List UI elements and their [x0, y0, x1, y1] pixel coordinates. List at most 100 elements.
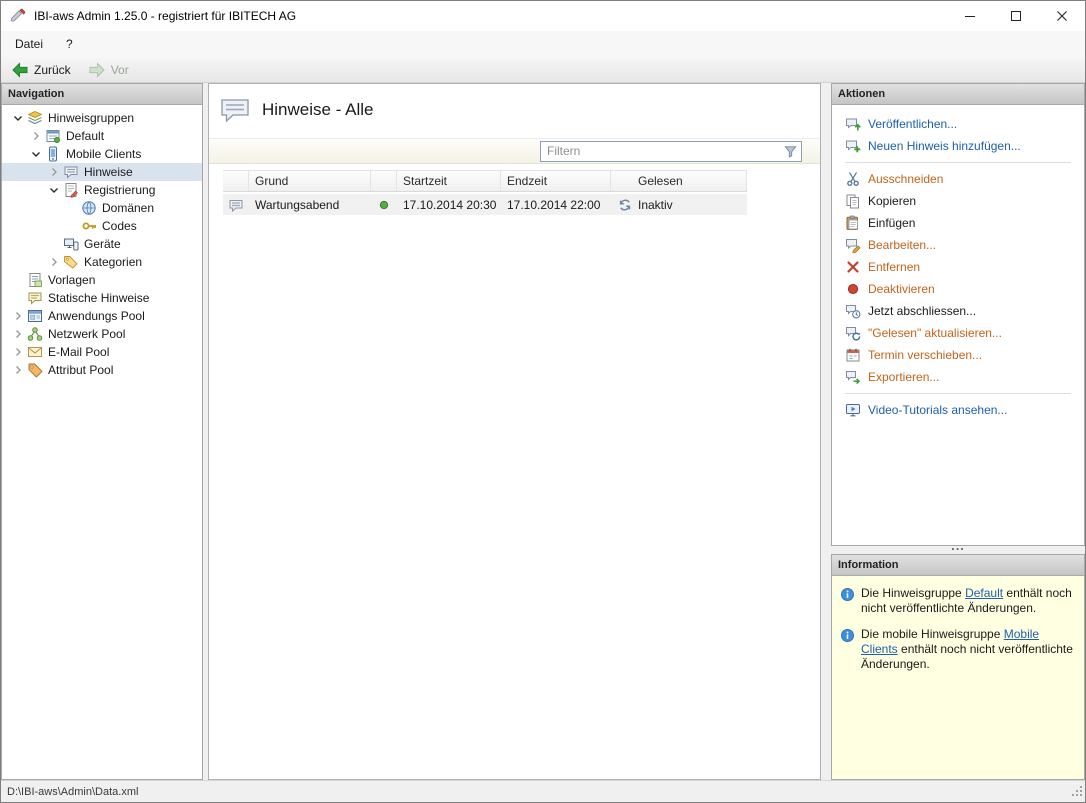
forward-arrow-icon	[88, 61, 106, 79]
chevron-down-icon[interactable]	[46, 182, 62, 198]
copy-icon	[845, 193, 861, 209]
filter-funnel-icon[interactable]	[783, 144, 798, 159]
action-kopieren[interactable]: Kopieren	[845, 190, 1084, 212]
action-einfuegen[interactable]: Einfügen	[845, 212, 1084, 234]
data-file-path: D:\IBI-aws\Admin\Data.xml	[7, 786, 138, 798]
forward-button[interactable]: Vor	[81, 59, 136, 81]
expander-spacer	[10, 290, 26, 306]
menu-datei[interactable]: Datei	[6, 33, 52, 55]
active-status-icon	[376, 197, 392, 213]
paste-icon	[845, 215, 861, 231]
header-gelesen[interactable]: Gelesen	[611, 171, 747, 191]
chevron-right-icon[interactable]	[10, 326, 26, 342]
header-icon-column[interactable]	[223, 171, 249, 191]
sidebar-item-mobile-clients[interactable]: Mobile Clients	[2, 145, 202, 163]
statische-hinweise-icon	[27, 290, 43, 306]
refresh-read-icon	[845, 325, 861, 341]
chevron-right-icon[interactable]	[46, 254, 62, 270]
link-default-group[interactable]: Default	[965, 586, 1003, 600]
chevron-right-icon[interactable]	[28, 128, 44, 144]
actions-panel-header: Aktionen	[832, 84, 1084, 105]
minimize-button[interactable]	[947, 1, 993, 31]
app-window: IBI-aws Admin 1.25.0 - registriert für I…	[0, 0, 1086, 803]
info-message: Die mobile Hinweisgruppe Mobile Clients …	[840, 627, 1079, 672]
sidebar-item-statische-hinweise[interactable]: Statische Hinweise	[2, 289, 202, 307]
info-message: Die Hinweisgruppe Default enthält noch n…	[840, 586, 1079, 616]
chevron-down-icon[interactable]	[10, 110, 26, 126]
cell-grund: Wartungsabend	[249, 194, 371, 215]
sidebar-item-domaenen[interactable]: Domänen	[2, 199, 202, 217]
sidebar-item-attribut-pool[interactable]: Attribut Pool	[2, 361, 202, 379]
sidebar-item-netzwerk-pool[interactable]: Netzwerk Pool	[2, 325, 202, 343]
sidebar-item-geraete[interactable]: Geräte	[2, 235, 202, 253]
registrierung-icon	[63, 182, 79, 198]
finish-now-icon	[845, 303, 861, 319]
navigation-panel: Navigation Hinweisgruppen Default Mobile…	[1, 83, 203, 780]
info-icon	[840, 587, 855, 602]
deactivate-icon	[845, 281, 861, 297]
action-exportieren[interactable]: Exportieren...	[845, 366, 1084, 388]
header-status-column[interactable]	[371, 171, 397, 191]
resize-grip-icon[interactable]	[1071, 785, 1084, 801]
navigation-tree: Hinweisgruppen Default Mobile Clients Hi…	[2, 105, 202, 379]
action-veroeffentlichen[interactable]: Veröffentlichen...	[845, 113, 1084, 135]
close-button[interactable]	[1039, 1, 1085, 31]
table-row[interactable]: Wartungsabend 17.10.2014 20:30 17.10.201…	[223, 194, 747, 215]
status-bar: D:\IBI-aws\Admin\Data.xml	[1, 780, 1085, 802]
hinweis-page-icon	[219, 96, 251, 124]
action-deaktivieren[interactable]: Deaktivieren	[845, 278, 1084, 300]
add-hinweis-icon	[845, 138, 861, 154]
header-endzeit[interactable]: Endzeit	[501, 171, 611, 191]
edit-icon	[845, 237, 861, 253]
cell-endzeit: 17.10.2014 22:00	[501, 194, 611, 215]
chevron-right-icon[interactable]	[46, 164, 62, 180]
sidebar-item-kategorien[interactable]: Kategorien	[2, 253, 202, 271]
toolbar: Zurück Vor	[1, 57, 1085, 83]
information-panel: Information Die Hinweisgruppe Default en…	[831, 554, 1085, 780]
back-button[interactable]: Zurück	[4, 59, 78, 81]
chevron-right-icon[interactable]	[10, 308, 26, 324]
chevron-right-icon[interactable]	[10, 344, 26, 360]
panel-splitter[interactable]: ...	[831, 546, 1085, 554]
menu-help[interactable]: ?	[57, 33, 82, 55]
sidebar-item-hinweise[interactable]: Hinweise	[2, 163, 202, 181]
sidebar-item-codes[interactable]: Codes	[2, 217, 202, 235]
chevron-down-icon[interactable]	[28, 146, 44, 162]
filter-input[interactable]	[540, 141, 802, 162]
sidebar-item-vorlagen[interactable]: Vorlagen	[2, 271, 202, 289]
menu-bar: Datei ?	[1, 31, 1085, 57]
action-entfernen[interactable]: Entfernen	[845, 256, 1084, 278]
maximize-button[interactable]	[993, 1, 1039, 31]
action-ausschneiden[interactable]: Ausschneiden	[845, 168, 1084, 190]
expander-spacer	[64, 218, 80, 234]
separator	[845, 393, 1071, 394]
header-startzeit[interactable]: Startzeit	[397, 171, 501, 191]
sidebar-item-default[interactable]: Default	[2, 127, 202, 145]
info-icon	[840, 628, 855, 643]
action-bearbeiten[interactable]: Bearbeiten...	[845, 234, 1084, 256]
sidebar-item-registrierung[interactable]: Registrierung	[2, 181, 202, 199]
mobile-clients-icon	[45, 146, 61, 162]
sidebar-item-anwendungs-pool[interactable]: Anwendungs Pool	[2, 307, 202, 325]
action-termin-verschieben[interactable]: Termin verschieben...	[845, 344, 1084, 366]
header-grund[interactable]: Grund	[249, 171, 371, 191]
sidebar-item-email-pool[interactable]: E-Mail Pool	[2, 343, 202, 361]
default-group-icon	[45, 128, 61, 144]
action-gelesen-aktualisieren[interactable]: "Gelesen" aktualisieren...	[845, 322, 1084, 344]
title-bar: IBI-aws Admin 1.25.0 - registriert für I…	[1, 1, 1085, 31]
cut-icon	[845, 171, 861, 187]
main-panel: Hinweise - Alle Grund Startzeit Endzeit	[208, 83, 821, 780]
action-video-tutorials-ansehen[interactable]: Video-Tutorials ansehen...	[845, 399, 1084, 421]
separator	[845, 162, 1071, 163]
chevron-right-icon[interactable]	[10, 362, 26, 378]
action-neuen-hinweis-hinzufuegen[interactable]: Neuen Hinweis hinzufügen...	[845, 135, 1084, 157]
hinweise-icon	[63, 164, 79, 180]
codes-icon	[81, 218, 97, 234]
back-arrow-icon	[11, 61, 29, 79]
right-column: Aktionen Veröffentlichen... Neuen Hinwei…	[831, 83, 1085, 780]
remove-icon	[845, 259, 861, 275]
expander-spacer	[10, 272, 26, 288]
actions-panel: Aktionen Veröffentlichen... Neuen Hinwei…	[831, 83, 1085, 546]
sidebar-item-hinweisgruppen[interactable]: Hinweisgruppen	[2, 109, 202, 127]
action-jetzt-abschliessen[interactable]: Jetzt abschliessen...	[845, 300, 1084, 322]
